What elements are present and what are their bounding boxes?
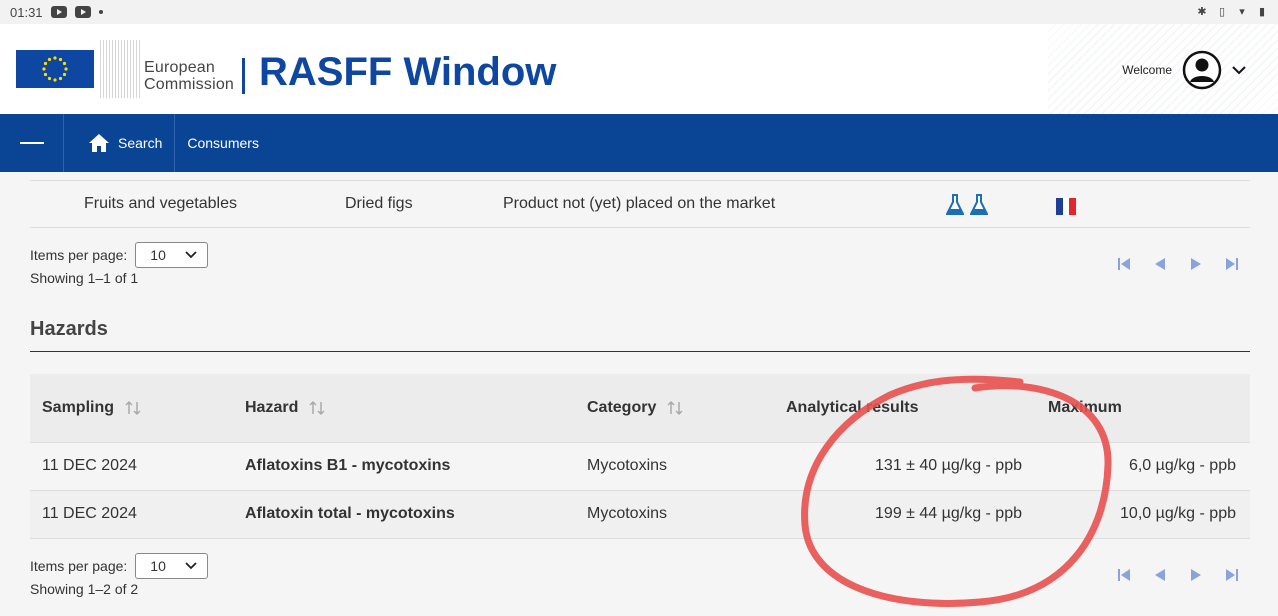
- welcome-label: Welcome: [1122, 63, 1172, 77]
- ec-line-1: European: [144, 59, 215, 76]
- col-sampling-label: Sampling: [42, 398, 115, 416]
- items-per-page-select[interactable]: 10: [135, 242, 209, 268]
- lab-flasks: [946, 194, 988, 216]
- items-per-page: Items per page: 10: [30, 242, 209, 268]
- col-analytical-results-label: Analytical results: [786, 398, 919, 416]
- main-content: Fruits and vegetables Dried figs Product…: [0, 180, 1278, 616]
- site-header: European Commission RASFF Window Welcome: [0, 24, 1278, 114]
- items-per-page-value: 10: [150, 557, 166, 574]
- page-title: RASFF Window: [259, 49, 557, 94]
- ec-logo[interactable]: European Commission: [16, 40, 234, 98]
- table-row: 11 DEC 2024 Aflatoxins B1 - mycotoxins M…: [30, 441, 1250, 490]
- col-sampling[interactable]: Sampling: [30, 374, 233, 442]
- cell-category: Mycotoxins: [575, 441, 774, 490]
- status-bar: 01:31 ✱ ▯ ▾ ▮: [0, 0, 1278, 24]
- ec-wordmark: European Commission: [144, 59, 234, 93]
- hazards-pager: Items per page: 10 Showing 1–2 of 2: [30, 539, 1250, 611]
- cell-sampling: 11 DEC 2024: [30, 489, 233, 539]
- title-divider: [242, 58, 246, 94]
- chevron-down-icon: [1232, 66, 1246, 75]
- ec-line-2: Commission: [144, 76, 235, 93]
- chevron-down-icon: [185, 561, 197, 569]
- pager-arrows: [1116, 256, 1240, 272]
- range-label: Showing 1–2 of 2: [30, 580, 139, 597]
- cell-maximum: 6,0 µg/kg - ppb: [1036, 441, 1250, 490]
- status-time: 01:31: [10, 4, 43, 20]
- pager-arrows: [1116, 567, 1240, 583]
- nav-consumers-label: Consumers: [187, 135, 259, 151]
- items-per-page-value: 10: [150, 247, 166, 263]
- wifi-icon: ▾: [1239, 6, 1245, 18]
- table-row: 11 DEC 2024 Aflatoxin total - mycotoxins…: [30, 489, 1250, 539]
- cell-result: 199 ± 44 µg/kg - ppb: [774, 489, 1036, 539]
- range-label: Showing 1–1 of 1: [30, 270, 139, 286]
- user-menu[interactable]: Welcome: [1122, 50, 1246, 90]
- first-page-icon[interactable]: [1116, 256, 1132, 272]
- home-icon: [89, 134, 109, 152]
- cell-result: 131 ± 40 µg/kg - ppb: [774, 441, 1036, 490]
- first-page-icon[interactable]: [1116, 567, 1132, 583]
- sort-icon: [309, 400, 325, 415]
- next-page-icon[interactable]: [1188, 256, 1204, 272]
- items-per-page-label: Items per page:: [30, 247, 128, 263]
- product-name: Dried figs: [345, 195, 413, 212]
- nav-search[interactable]: Search: [64, 114, 176, 172]
- col-maximum: Maximum: [1036, 374, 1250, 442]
- col-category[interactable]: Category: [575, 374, 774, 442]
- product-row: Fruits and vegetables Dried figs Product…: [30, 180, 1250, 228]
- products-pager: Items per page: 10 Showing 1–1 of 1: [30, 228, 1250, 300]
- hazards-table: Sampling Hazard Category Analytical resu…: [30, 374, 1250, 539]
- col-maximum-label: Maximum: [1048, 398, 1122, 416]
- col-hazard-label: Hazard: [245, 398, 299, 416]
- table-header-row: Sampling Hazard Category Analytical resu…: [30, 374, 1250, 442]
- sort-icon: [125, 400, 141, 415]
- vibrate-icon: ▯: [1218, 6, 1226, 18]
- france-flag-icon: [1056, 198, 1077, 215]
- youtube-notification-icon: [50, 6, 67, 18]
- items-per-page-select[interactable]: 10: [135, 552, 209, 579]
- previous-page-icon[interactable]: [1152, 567, 1168, 583]
- menu-button[interactable]: [0, 114, 64, 172]
- items-per-page-label: Items per page:: [30, 557, 128, 574]
- col-category-label: Category: [587, 398, 657, 416]
- flask-icon: [970, 194, 988, 215]
- col-analytical-results: Analytical results: [774, 374, 1036, 442]
- bluetooth-icon: ✱: [1197, 6, 1207, 18]
- hamburger-icon: [19, 142, 44, 144]
- eu-flag-icon: [16, 50, 94, 88]
- next-page-icon[interactable]: [1188, 567, 1204, 583]
- main-nav: Search Consumers: [0, 114, 1278, 172]
- nav-search-label: Search: [118, 135, 163, 151]
- previous-page-icon[interactable]: [1152, 256, 1168, 272]
- col-hazard[interactable]: Hazard: [233, 374, 575, 442]
- cell-sampling: 11 DEC 2024: [30, 441, 233, 490]
- items-per-page: Items per page: 10: [30, 552, 209, 579]
- product-category: Fruits and vegetables: [84, 195, 237, 212]
- cell-hazard: Aflatoxin total - mycotoxins: [233, 489, 575, 539]
- flask-icon: [946, 194, 964, 215]
- berlaymont-building-icon: [100, 40, 140, 98]
- last-page-icon[interactable]: [1224, 567, 1240, 583]
- chevron-down-icon: [185, 251, 197, 259]
- battery-icon: ▮: [1258, 6, 1266, 18]
- user-avatar-icon: [1182, 50, 1222, 90]
- last-page-icon[interactable]: [1224, 256, 1240, 272]
- sort-icon: [667, 400, 683, 415]
- cell-hazard: Aflatoxins B1 - mycotoxins: [233, 441, 575, 490]
- more-notifications-icon: [98, 10, 103, 14]
- product-distribution: Product not (yet) placed on the market: [503, 195, 776, 212]
- hazards-heading: Hazards: [30, 318, 1250, 352]
- nav-consumers[interactable]: Consumers: [175, 114, 271, 172]
- cell-category: Mycotoxins: [575, 489, 774, 539]
- cell-maximum: 10,0 µg/kg - ppb: [1036, 489, 1250, 539]
- youtube-notification-icon: [74, 6, 91, 18]
